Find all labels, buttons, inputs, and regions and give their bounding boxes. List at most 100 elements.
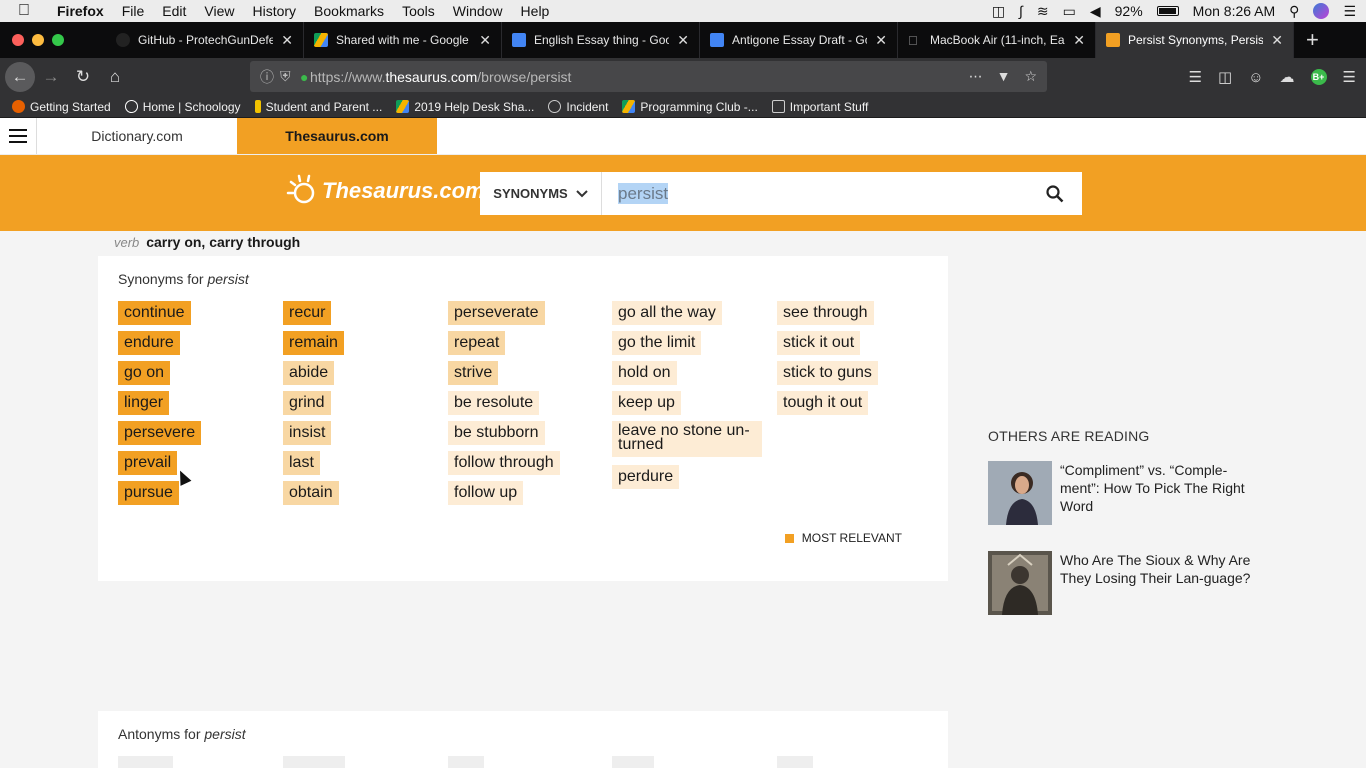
new-tab-button[interactable]: + [1294, 27, 1319, 53]
bookmark-student-parent[interactable]: Student and Parent ... [254, 100, 382, 114]
menu-window[interactable]: Window [444, 3, 512, 19]
browser-tab-english-essay[interactable]: English Essay thing - Goog ✕ [502, 22, 700, 58]
sidebar-story[interactable]: “Compliment” vs. “Comple-ment”: How To P… [988, 461, 1258, 525]
antonym-chip[interactable] [118, 756, 173, 768]
close-window-button[interactable] [12, 34, 24, 46]
antonym-chip[interactable] [612, 756, 654, 768]
close-tab-icon[interactable]: ✕ [479, 32, 491, 49]
search-submit-button[interactable] [1028, 184, 1082, 203]
menu-bookmarks[interactable]: Bookmarks [305, 3, 393, 19]
menu-view[interactable]: View [195, 3, 243, 19]
bookmark-help-desk[interactable]: 2019 Help Desk Sha... [396, 100, 534, 114]
synonym-chip[interactable]: last [283, 451, 320, 475]
story-title[interactable]: “Compliment” vs. “Comple-ment”: How To P… [1060, 461, 1258, 525]
synonym-chip[interactable]: be stubborn [448, 421, 545, 445]
bluetooth-icon[interactable]: ∫ [1019, 3, 1023, 19]
back-button[interactable]: ← [5, 62, 35, 92]
browser-tab-macbook-air[interactable]:  MacBook Air (11-inch, Ear ✕ [898, 22, 1096, 58]
site-info-icon[interactable]: ⓘ [260, 67, 274, 87]
search-mode-select[interactable]: SYNONYMS [480, 172, 602, 215]
synonym-chip[interactable]: keep up [612, 391, 681, 415]
reload-button[interactable]: ↻ [67, 67, 99, 87]
extension-cloud-icon[interactable]: ☁ [1280, 68, 1295, 86]
account-icon[interactable]: ☺ [1248, 69, 1263, 86]
pocket-icon[interactable]: ▼ [997, 68, 1011, 85]
hamburger-menu-icon[interactable]: ☰ [1343, 68, 1356, 86]
synonym-chip[interactable]: be resolute [448, 391, 540, 415]
synonym-chip[interactable]: insist [283, 421, 332, 445]
menu-file[interactable]: File [113, 3, 154, 19]
synonym-chip[interactable]: repeat [448, 331, 506, 355]
synonym-chip[interactable]: tough it out [777, 391, 869, 415]
synonym-chip[interactable]: persevere [118, 421, 202, 445]
synonym-chip[interactable]: go the limit [612, 331, 702, 355]
menu-help[interactable]: Help [512, 3, 559, 19]
synonym-chip[interactable]: grind [283, 391, 331, 415]
synonym-chip[interactable]: stick to guns [777, 361, 878, 385]
thesaurus-logo[interactable]: Thesaurus.com [284, 171, 485, 211]
tracking-protection-icon[interactable]: ⛨ [280, 68, 291, 85]
page-actions-menu-icon[interactable]: ⋯ [969, 68, 983, 85]
bookmark-schoology[interactable]: Home | Schoology [124, 100, 241, 114]
library-icon[interactable]: ☰ [1189, 68, 1202, 86]
apple-menu-icon[interactable]:  [0, 2, 48, 20]
synonym-chip[interactable]: perdure [612, 465, 680, 489]
synonym-chip[interactable]: go on [118, 361, 171, 385]
browser-tab-google-drive[interactable]: Shared with me - Google D ✕ [304, 22, 502, 58]
wifi-icon[interactable]: ≋ [1037, 3, 1049, 20]
sense-tab[interactable]: verb carry on, carry through [98, 231, 317, 255]
antonym-chip[interactable] [448, 756, 484, 768]
browser-tab-github[interactable]: GitHub - ProtechGunDefe ✕ [106, 22, 304, 58]
close-tab-icon[interactable]: ✕ [677, 32, 689, 49]
synonym-chip[interactable]: obtain [283, 481, 339, 505]
bookmark-incident[interactable]: Incident [548, 100, 608, 114]
menu-tools[interactable]: Tools [393, 3, 444, 19]
synonym-chip[interactable]: strive [448, 361, 499, 385]
airplay-icon[interactable]: ▭ [1063, 3, 1076, 20]
search-input[interactable]: persist [602, 182, 1028, 204]
antonym-chip[interactable] [777, 756, 813, 768]
menubar-clock[interactable]: Mon 8:26 AM [1193, 3, 1276, 19]
story-thumbnail[interactable] [988, 461, 1052, 525]
notification-center-icon[interactable]: ☰ [1343, 3, 1356, 20]
synonym-chip[interactable]: follow up [448, 481, 524, 505]
close-tab-icon[interactable]: ✕ [875, 32, 887, 49]
dropbox-icon[interactable]: ◫ [992, 3, 1005, 20]
close-tab-icon[interactable]: ✕ [1073, 32, 1085, 49]
zoom-window-button[interactable] [52, 34, 64, 46]
home-button[interactable]: ⌂ [99, 67, 131, 87]
synonym-chip[interactable]: hold on [612, 361, 677, 385]
bookmark-getting-started[interactable]: Getting Started [12, 100, 111, 114]
synonym-chip[interactable]: recur [283, 301, 332, 325]
close-tab-icon[interactable]: ✕ [1271, 32, 1283, 49]
volume-icon[interactable]: ◀ [1090, 3, 1101, 20]
synonym-chip[interactable]: stick it out [777, 331, 861, 355]
synonym-chip[interactable]: continue [118, 301, 191, 325]
spotlight-search-icon[interactable]: ⚲ [1289, 3, 1299, 20]
synonym-chip[interactable]: abide [283, 361, 335, 385]
bookmark-programming-club[interactable]: Programming Club -... [622, 100, 758, 114]
synonym-chip[interactable]: linger [118, 391, 170, 415]
story-title[interactable]: Who Are The Sioux & Why Are They Losing … [1060, 551, 1258, 615]
forward-button[interactable]: → [35, 67, 67, 87]
minimize-window-button[interactable] [32, 34, 44, 46]
menu-app-name[interactable]: Firefox [48, 3, 113, 19]
sidebar-story[interactable]: Who Are The Sioux & Why Are They Losing … [988, 551, 1258, 615]
battery-icon[interactable] [1156, 6, 1179, 16]
synonym-chip[interactable]: follow through [448, 451, 560, 475]
close-tab-icon[interactable]: ✕ [281, 32, 293, 49]
synonym-chip[interactable]: see through [777, 301, 874, 325]
synonym-chip[interactable]: remain [283, 331, 344, 355]
tab-thesaurus[interactable]: Thesaurus.com [237, 118, 437, 154]
bookmark-star-icon[interactable]: ☆ [1024, 68, 1037, 85]
bookmark-folder-important-stuff[interactable]: Important Stuff [771, 100, 868, 114]
synonym-chip[interactable]: perseverate [448, 301, 545, 325]
menu-history[interactable]: History [243, 3, 305, 19]
browser-tab-persist-synonyms[interactable]: Persist Synonyms, Persist ✕ [1096, 22, 1294, 58]
tab-dictionary[interactable]: Dictionary.com [37, 118, 237, 154]
synonym-chip[interactable]: prevail [118, 451, 178, 475]
siri-icon[interactable] [1313, 3, 1330, 19]
synonym-chip[interactable]: go all the way [612, 301, 722, 325]
synonym-chip[interactable]: endure [118, 331, 180, 355]
synonym-chip[interactable]: leave no stone un-turned [612, 421, 762, 457]
